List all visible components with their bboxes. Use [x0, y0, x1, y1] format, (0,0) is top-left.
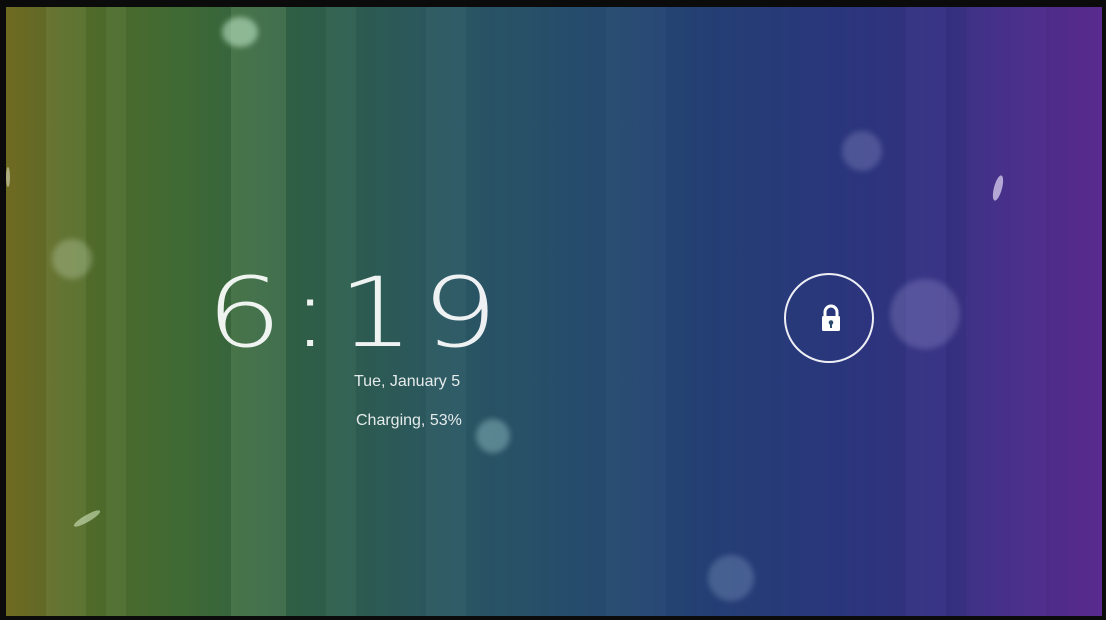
- wallpaper-orb: [52, 239, 92, 279]
- unlock-button[interactable]: [784, 273, 874, 363]
- lock-icon: [822, 304, 840, 331]
- date-label: Tue, January 5: [354, 373, 461, 390]
- clock-time: 6:19: [206, 257, 506, 369]
- battery-status: Charging, 53%: [356, 412, 462, 429]
- lock-screen[interactable]: 6:19 Tue, January 5 Charging, 53%: [6, 7, 1102, 616]
- wallpaper-orb: [222, 17, 258, 47]
- wallpaper-orb: [890, 279, 960, 349]
- wallpaper-band: [966, 7, 1046, 616]
- device-frame: 6:19 Tue, January 5 Charging, 53%: [0, 0, 1106, 620]
- wallpaper-streak: [6, 167, 10, 187]
- wallpaper-orb: [708, 555, 754, 601]
- wallpaper-band: [106, 7, 126, 616]
- wallpaper-band: [606, 7, 666, 616]
- wallpaper-orb: [476, 419, 510, 453]
- wallpaper-orb: [842, 131, 882, 171]
